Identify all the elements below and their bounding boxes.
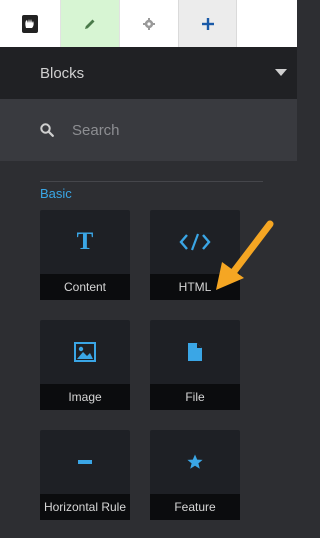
file-icon (150, 320, 240, 383)
panel-title: Blocks (40, 65, 85, 82)
horizontal-rule-icon (40, 430, 130, 493)
search-icon (40, 123, 54, 137)
block-file[interactable]: File (150, 320, 240, 410)
plus-icon (201, 17, 214, 30)
star-icon (150, 430, 240, 493)
block-label: Feature (150, 494, 240, 520)
block-content[interactable]: T Content (40, 210, 130, 300)
blocks-panel-header[interactable]: Blocks (0, 47, 297, 99)
concrete5-hand-logo-icon (22, 14, 38, 33)
add-block-button[interactable] (178, 0, 237, 47)
category-label[interactable]: Basic (40, 186, 72, 201)
block-label: Content (40, 274, 130, 300)
category-divider (40, 181, 263, 182)
edit-mode-button[interactable] (60, 0, 119, 47)
block-feature[interactable]: Feature (150, 430, 240, 520)
gear-icon (143, 17, 155, 30)
block-label: Horizontal Rule (40, 494, 130, 520)
image-icon (40, 320, 130, 383)
orange-arrow-icon (216, 220, 274, 290)
block-label: File (150, 384, 240, 410)
logo-button[interactable] (0, 0, 60, 47)
text-t-icon: T (76, 227, 94, 255)
block-horizontal-rule[interactable]: Horizontal Rule (40, 430, 130, 520)
block-label: Image (40, 384, 130, 410)
settings-button[interactable] (119, 0, 178, 47)
search-input[interactable] (70, 118, 274, 142)
top-toolbar (0, 0, 297, 47)
block-image[interactable]: Image (40, 320, 130, 410)
pencil-icon (85, 19, 95, 29)
search-bar (0, 99, 297, 161)
toolbar-spacer (237, 0, 297, 47)
caret-down-icon[interactable] (275, 69, 287, 76)
